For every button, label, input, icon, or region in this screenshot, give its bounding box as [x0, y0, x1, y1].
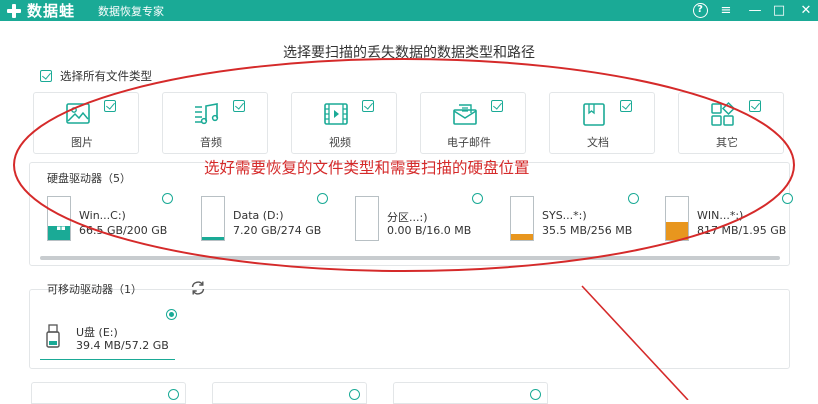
usb-drive-icon	[46, 324, 60, 348]
drive-name: Data (D:)	[233, 209, 284, 222]
location-card[interactable]	[31, 382, 186, 404]
document-checkbox[interactable]	[620, 100, 632, 112]
file-type-list: 图片 音频 视频 电子邮件 文档 其它	[0, 92, 818, 156]
location-radio[interactable]	[349, 389, 360, 400]
minimize-button[interactable]: —	[742, 0, 768, 21]
removable-drive-title: 可移动驱动器（1）	[47, 283, 142, 296]
drive-radio[interactable]	[628, 193, 639, 204]
drive-size: 0.00 B/16.0 MB	[387, 224, 472, 237]
app-subtitle: 数据恢复专家	[98, 5, 164, 18]
usb-drive-radio[interactable]	[166, 309, 177, 320]
select-all-checkbox[interactable]: 选择所有文件类型	[40, 68, 152, 84]
drive-item[interactable]: WIN...*:) 817 MB/1.95 GB	[665, 193, 815, 245]
drive-usage-icon	[201, 196, 225, 241]
file-type-label: 文档	[587, 136, 609, 149]
drive-item[interactable]: 分区...:) 0.00 B/16.0 MB	[355, 193, 505, 245]
page-heading: 选择要扫描的丢失数据的数据类型和路径	[283, 45, 535, 61]
refresh-icon[interactable]	[189, 280, 207, 296]
title-bar: 数据蛙 数据恢复专家 ? ≡ — □ ✕	[0, 0, 818, 21]
file-type-label: 电子邮件	[447, 136, 491, 149]
file-type-document[interactable]: 文档	[549, 92, 655, 154]
drive-radio[interactable]	[162, 193, 173, 204]
drive-size: 66.5 GB/200 GB	[79, 224, 168, 237]
usb-drive-name: U盘 (E:)	[76, 326, 118, 339]
drive-size: 35.5 MB/256 MB	[542, 224, 633, 237]
file-type-label: 视频	[329, 136, 351, 149]
document-icon	[583, 103, 605, 126]
email-icon	[453, 104, 477, 125]
maximize-button[interactable]: □	[766, 0, 792, 21]
image-icon	[66, 103, 90, 124]
logo-cross-icon	[6, 3, 22, 19]
location-card[interactable]	[212, 382, 367, 404]
drive-usage-icon	[47, 196, 71, 241]
help-icon: ?	[692, 3, 708, 18]
image-checkbox[interactable]	[104, 100, 116, 112]
drive-usage-icon	[665, 196, 689, 241]
checkbox-checked-icon[interactable]	[40, 70, 52, 82]
usb-drive-item[interactable]: U盘 (E:) 39.4 MB/57.2 GB	[40, 316, 175, 360]
audio-icon	[195, 103, 219, 125]
drive-usage-fill	[666, 221, 688, 240]
drive-name: 分区...:)	[387, 211, 428, 224]
minimize-icon: —	[748, 3, 762, 18]
hard-drive-title: 硬盘驱动器（5）	[47, 172, 131, 185]
drive-radio[interactable]	[472, 193, 483, 204]
windows-logo-icon	[57, 222, 65, 230]
file-type-label: 音频	[200, 136, 222, 149]
drive-radio[interactable]	[317, 193, 328, 204]
location-card[interactable]	[393, 382, 548, 404]
drive-name: Win...C:)	[79, 209, 126, 222]
drive-item[interactable]: Data (D:) 7.20 GB/274 GB	[201, 193, 351, 245]
audio-checkbox[interactable]	[233, 100, 245, 112]
drive-list-scrollbar[interactable]	[40, 256, 780, 260]
file-type-other[interactable]: 其它	[678, 92, 784, 154]
drive-size: 817 MB/1.95 GB	[697, 224, 787, 237]
drive-usage-fill	[511, 233, 533, 240]
file-type-video[interactable]: 视频	[291, 92, 397, 154]
drive-item[interactable]: Win...C:) 66.5 GB/200 GB	[47, 193, 197, 245]
file-type-image[interactable]: 图片	[33, 92, 139, 154]
usb-drive-size: 39.4 MB/57.2 GB	[76, 339, 169, 352]
maximize-icon: □	[772, 3, 786, 18]
other-icon	[711, 101, 736, 126]
drive-radio[interactable]	[782, 193, 793, 204]
select-all-label: 选择所有文件类型	[60, 69, 152, 83]
file-type-label: 其它	[716, 136, 738, 149]
location-radio[interactable]	[168, 389, 179, 400]
drive-size: 7.20 GB/274 GB	[233, 224, 322, 237]
video-checkbox[interactable]	[362, 100, 374, 112]
email-checkbox[interactable]	[491, 100, 503, 112]
close-button[interactable]: ✕	[793, 0, 818, 21]
help-button[interactable]: ?	[687, 0, 713, 21]
menu-icon: ≡	[720, 3, 732, 18]
drive-usage-icon	[355, 196, 379, 241]
app-logo: 数据蛙	[6, 1, 75, 20]
app-brand: 数据蛙	[27, 2, 76, 20]
close-icon: ✕	[800, 3, 812, 18]
file-type-email[interactable]: 电子邮件	[420, 92, 526, 154]
location-radio[interactable]	[530, 389, 541, 400]
file-type-audio[interactable]: 音频	[162, 92, 268, 154]
video-icon	[324, 103, 348, 125]
other-checkbox[interactable]	[749, 100, 761, 112]
drive-name: SYS...*:)	[542, 209, 587, 222]
file-type-label: 图片	[71, 136, 93, 149]
drive-name: WIN...*:)	[697, 209, 744, 222]
drive-usage-fill	[202, 236, 224, 240]
menu-button[interactable]: ≡	[713, 0, 739, 21]
drive-usage-icon	[510, 196, 534, 241]
annotation-text: 选好需要恢复的文件类型和需要扫描的硬盘位置	[204, 159, 530, 177]
